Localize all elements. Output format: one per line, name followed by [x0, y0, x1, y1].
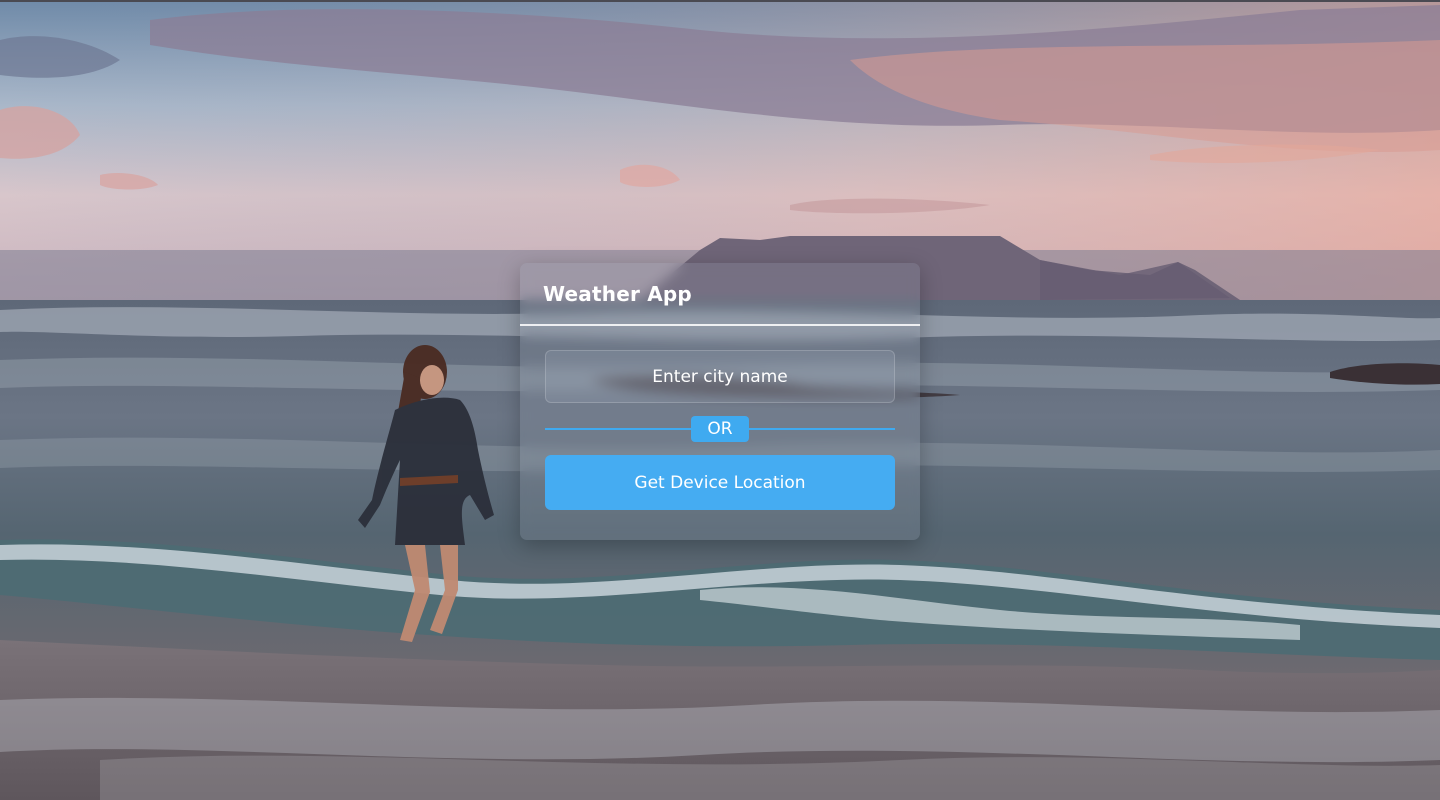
- divider-line-left: [545, 428, 691, 430]
- or-divider: OR: [545, 416, 895, 442]
- or-label: OR: [691, 416, 749, 442]
- app-viewport: Weather App OR Get Device Location: [0, 0, 1440, 800]
- weather-card: Weather App OR Get Device Location: [520, 263, 920, 540]
- get-device-location-button[interactable]: Get Device Location: [545, 455, 895, 510]
- divider-line-right: [749, 428, 895, 430]
- card-header: Weather App: [520, 263, 920, 326]
- city-search-input[interactable]: [545, 350, 895, 403]
- app-title: Weather App: [543, 282, 692, 306]
- window-top-edge: [0, 0, 1440, 2]
